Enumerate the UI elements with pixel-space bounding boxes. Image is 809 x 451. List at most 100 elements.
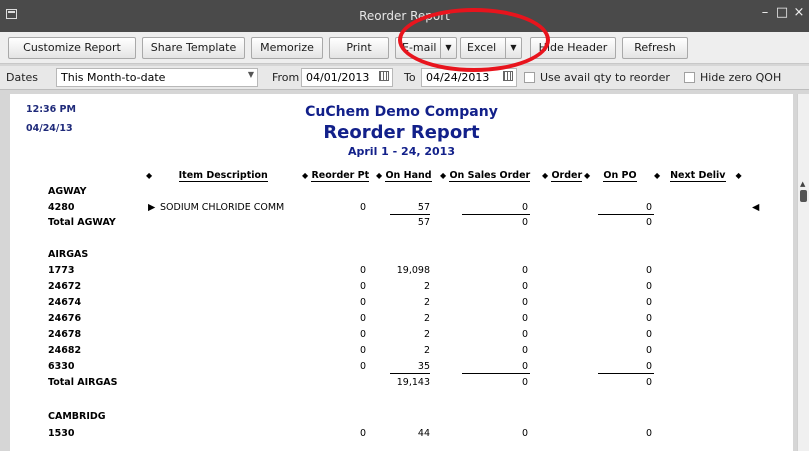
reorder-pt: 0 bbox=[359, 265, 366, 276]
scroll-thumb[interactable] bbox=[800, 190, 807, 202]
on-po: 0 bbox=[645, 428, 652, 439]
reorder-pt: 0 bbox=[359, 281, 366, 292]
on-sales-order: 0 bbox=[521, 329, 528, 340]
on-sales-order: 0 bbox=[521, 428, 528, 439]
on-sales-order: 0 bbox=[521, 361, 528, 372]
use-avail-qty-label: Use avail qty to reorder bbox=[540, 71, 670, 84]
to-date-value: 04/24/2013 bbox=[426, 71, 490, 84]
group-name: AIRGAS bbox=[48, 249, 89, 260]
memorize-button[interactable]: Memorize bbox=[251, 37, 323, 59]
total-on-po: 0 bbox=[645, 377, 652, 388]
total-on-po: 0 bbox=[645, 217, 652, 228]
reorder-pt: 0 bbox=[359, 329, 366, 340]
window-title: Reorder Report bbox=[359, 9, 450, 23]
on-hand: 57 bbox=[417, 202, 430, 213]
total-on-hand: 57 bbox=[417, 217, 430, 228]
col-order[interactable]: ◆ Order bbox=[542, 170, 583, 182]
col-item-description[interactable]: ◆ Item Description bbox=[146, 170, 288, 182]
on-sales-order: 0 bbox=[521, 297, 528, 308]
on-hand: 19,098 bbox=[396, 265, 430, 276]
scroll-up-icon[interactable]: ▲ bbox=[800, 180, 805, 188]
underline bbox=[462, 373, 530, 374]
dates-value: This Month-to-date bbox=[61, 71, 166, 84]
item-description: SODIUM CHLORIDE COMM bbox=[160, 202, 285, 213]
underline bbox=[598, 373, 654, 374]
group-total-label: Total AIRGAS bbox=[48, 377, 118, 388]
col-on-po[interactable]: ◆ On PO bbox=[584, 170, 647, 182]
annotation-circle bbox=[398, 8, 550, 72]
on-po: 0 bbox=[645, 345, 652, 356]
group-name: CAMBRIDG bbox=[48, 411, 106, 422]
use-avail-qty-checkbox[interactable] bbox=[524, 72, 535, 83]
calendar-icon[interactable] bbox=[379, 71, 389, 81]
item-number: 4280 bbox=[48, 202, 75, 213]
col-reorder-pt[interactable]: ◆ Reorder Pt bbox=[302, 170, 370, 182]
col-reorder-pt-label: Reorder Pt bbox=[311, 170, 370, 182]
on-hand: 2 bbox=[423, 297, 430, 308]
item-number: 1773 bbox=[48, 265, 75, 276]
share-template-button[interactable]: Share Template bbox=[142, 37, 245, 59]
reorder-pt: 0 bbox=[359, 297, 366, 308]
vertical-scrollbar[interactable]: ▲ bbox=[797, 94, 809, 451]
on-sales-order: 0 bbox=[521, 202, 528, 213]
hide-zero-qoh-checkbox[interactable] bbox=[684, 72, 695, 83]
on-hand: 2 bbox=[423, 329, 430, 340]
hide-zero-qoh-label: Hide zero QOH bbox=[700, 71, 782, 84]
on-hand: 35 bbox=[417, 361, 430, 372]
report-period: April 1 - 24, 2013 bbox=[348, 145, 455, 158]
from-label: From bbox=[272, 71, 300, 84]
item-number: 6330 bbox=[48, 361, 75, 372]
print-button[interactable]: Print bbox=[329, 37, 389, 59]
underline bbox=[390, 214, 430, 215]
on-po: 0 bbox=[645, 329, 652, 340]
on-hand: 2 bbox=[423, 281, 430, 292]
total-on-sales-order: 0 bbox=[521, 377, 528, 388]
col-next-deliv-label: Next Deliv bbox=[670, 170, 726, 182]
on-po: 0 bbox=[645, 265, 652, 276]
report-title: Reorder Report bbox=[323, 122, 480, 143]
close-icon[interactable]: × bbox=[792, 6, 806, 20]
reorder-pt: 0 bbox=[359, 345, 366, 356]
on-hand: 2 bbox=[423, 313, 430, 324]
total-on-sales-order: 0 bbox=[521, 217, 528, 228]
group-total-label: Total AGWAY bbox=[48, 217, 116, 228]
selected-row-indicator-icon: ▶ bbox=[148, 202, 156, 213]
item-number: 24682 bbox=[48, 345, 82, 356]
customize-report-button[interactable]: Customize Report bbox=[8, 37, 136, 59]
on-hand: 2 bbox=[423, 345, 430, 356]
dates-label: Dates bbox=[6, 71, 39, 84]
maximize-icon[interactable]: □ bbox=[775, 6, 789, 20]
report-page: 12:36 PM 04/24/13 CuChem Demo Company Re… bbox=[10, 94, 793, 451]
filter-bar: Dates This Month-to-date ▼ From 04/01/20… bbox=[0, 66, 809, 90]
calendar-icon[interactable] bbox=[503, 71, 513, 81]
col-order-label: Order bbox=[551, 170, 583, 182]
dates-select[interactable]: This Month-to-date ▼ bbox=[56, 68, 258, 87]
group-name: AGWAY bbox=[48, 186, 87, 197]
on-sales-order: 0 bbox=[521, 281, 528, 292]
chevron-down-icon: ▼ bbox=[247, 70, 254, 79]
on-po: 0 bbox=[645, 297, 652, 308]
col-on-po-label: On PO bbox=[603, 170, 637, 182]
on-hand: 44 bbox=[417, 428, 430, 439]
reorder-pt: 0 bbox=[359, 202, 366, 213]
col-on-sales-order-label: On Sales Order bbox=[449, 170, 531, 182]
col-item-description-label: Item Description bbox=[178, 170, 268, 182]
on-po: 0 bbox=[645, 313, 652, 324]
total-on-hand: 19,143 bbox=[396, 377, 430, 388]
refresh-button[interactable]: Refresh bbox=[622, 37, 688, 59]
item-number: 24672 bbox=[48, 281, 82, 292]
col-on-hand[interactable]: ◆ On Hand bbox=[376, 170, 432, 182]
item-number: 24678 bbox=[48, 329, 82, 340]
underline bbox=[462, 214, 530, 215]
col-on-hand-label: On Hand bbox=[385, 170, 432, 182]
col-on-sales-order[interactable]: ◆ On Sales Order bbox=[440, 170, 531, 182]
col-next-deliv[interactable]: ◆ Next Deliv ◆ bbox=[654, 170, 742, 182]
reorder-pt: 0 bbox=[359, 361, 366, 372]
on-po: 0 bbox=[645, 202, 652, 213]
minimize-icon[interactable]: – bbox=[758, 6, 772, 20]
from-date-value: 04/01/2013 bbox=[306, 71, 370, 84]
from-date-input[interactable]: 04/01/2013 bbox=[301, 68, 393, 87]
underline bbox=[390, 373, 430, 374]
on-sales-order: 0 bbox=[521, 345, 528, 356]
underline bbox=[598, 214, 654, 215]
